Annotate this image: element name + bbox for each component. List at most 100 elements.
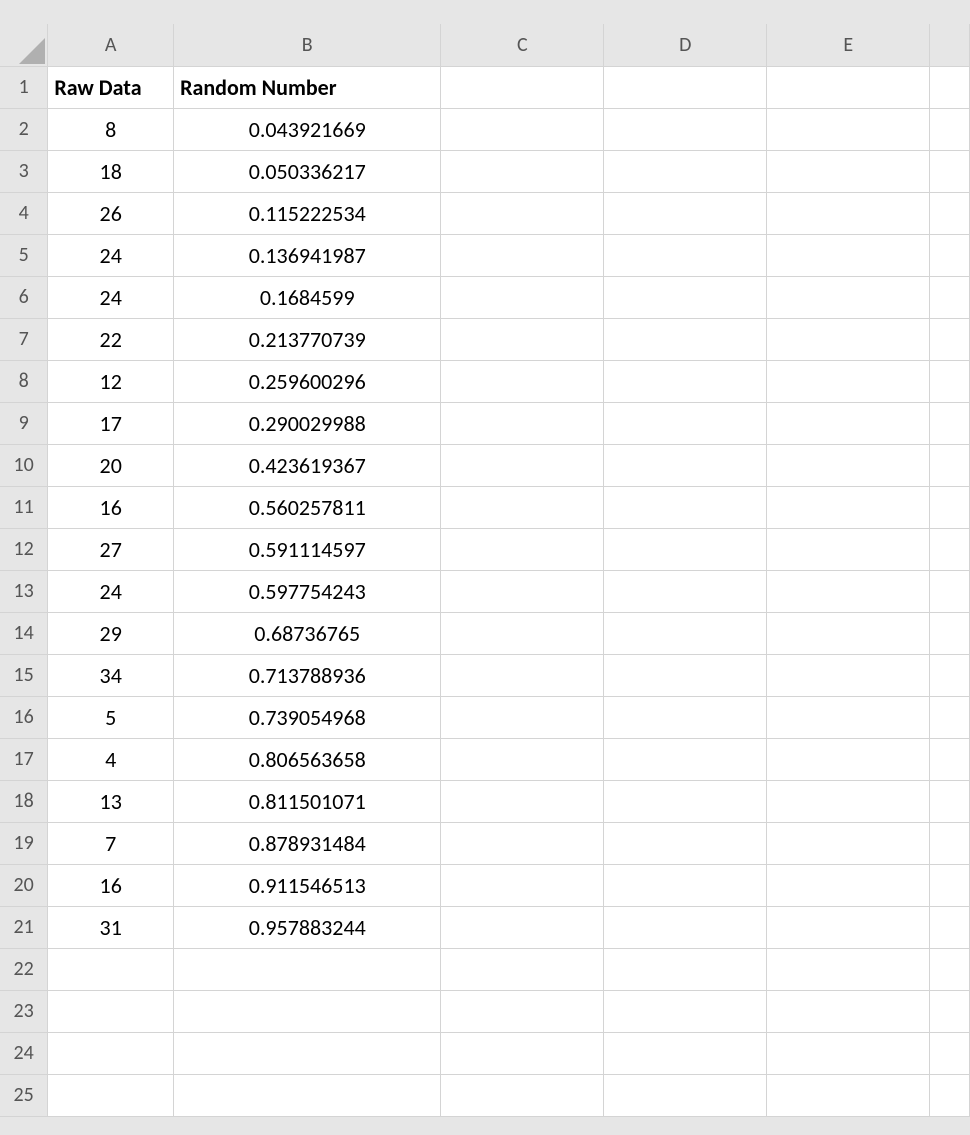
cell-B25[interactable]	[174, 1074, 441, 1116]
row-header-9[interactable]: 9	[0, 402, 48, 444]
cell-A18[interactable]: 13	[48, 780, 174, 822]
cell-E17[interactable]	[767, 738, 930, 780]
grid[interactable]: A B C D E 1Raw DataRandom Number280.0439…	[0, 24, 970, 1117]
cell-D4[interactable]	[604, 192, 767, 234]
cell-F20[interactable]	[930, 864, 970, 906]
cell-B15[interactable]: 0.713788936	[174, 654, 441, 696]
cell-F3[interactable]	[930, 150, 970, 192]
row-header-20[interactable]: 20	[0, 864, 48, 906]
cell-C1[interactable]	[441, 66, 604, 108]
cell-E24[interactable]	[767, 1032, 930, 1074]
cell-C2[interactable]	[441, 108, 604, 150]
cell-C6[interactable]	[441, 276, 604, 318]
cell-D24[interactable]	[604, 1032, 767, 1074]
cell-B5[interactable]: 0.136941987	[174, 234, 441, 276]
cell-F15[interactable]	[930, 654, 970, 696]
cell-E12[interactable]	[767, 528, 930, 570]
cell-D3[interactable]	[604, 150, 767, 192]
cell-A24[interactable]	[48, 1032, 174, 1074]
cell-C3[interactable]	[441, 150, 604, 192]
row-header-8[interactable]: 8	[0, 360, 48, 402]
cell-B24[interactable]	[174, 1032, 441, 1074]
column-header-A[interactable]: A	[48, 24, 174, 66]
cell-B19[interactable]: 0.878931484	[174, 822, 441, 864]
cell-D11[interactable]	[604, 486, 767, 528]
cell-C18[interactable]	[441, 780, 604, 822]
cell-D19[interactable]	[604, 822, 767, 864]
cell-C4[interactable]	[441, 192, 604, 234]
cell-B7[interactable]: 0.213770739	[174, 318, 441, 360]
row-header-17[interactable]: 17	[0, 738, 48, 780]
row-header-19[interactable]: 19	[0, 822, 48, 864]
cell-E9[interactable]	[767, 402, 930, 444]
cell-A5[interactable]: 24	[48, 234, 174, 276]
cell-D12[interactable]	[604, 528, 767, 570]
cell-A17[interactable]: 4	[48, 738, 174, 780]
cell-A13[interactable]: 24	[48, 570, 174, 612]
cell-B9[interactable]: 0.290029988	[174, 402, 441, 444]
row-header-12[interactable]: 12	[0, 528, 48, 570]
cell-F10[interactable]	[930, 444, 970, 486]
cell-C14[interactable]	[441, 612, 604, 654]
cell-C21[interactable]	[441, 906, 604, 948]
cell-E2[interactable]	[767, 108, 930, 150]
row-header-18[interactable]: 18	[0, 780, 48, 822]
cell-F19[interactable]	[930, 822, 970, 864]
cell-C9[interactable]	[441, 402, 604, 444]
cell-A12[interactable]: 27	[48, 528, 174, 570]
cell-C25[interactable]	[441, 1074, 604, 1116]
cell-C12[interactable]	[441, 528, 604, 570]
cell-A16[interactable]: 5	[48, 696, 174, 738]
cell-E14[interactable]	[767, 612, 930, 654]
cell-D21[interactable]	[604, 906, 767, 948]
row-header-6[interactable]: 6	[0, 276, 48, 318]
cell-A3[interactable]: 18	[48, 150, 174, 192]
cell-D8[interactable]	[604, 360, 767, 402]
cell-D16[interactable]	[604, 696, 767, 738]
row-header-21[interactable]: 21	[0, 906, 48, 948]
cell-A8[interactable]: 12	[48, 360, 174, 402]
cell-D18[interactable]	[604, 780, 767, 822]
cell-A19[interactable]: 7	[48, 822, 174, 864]
cell-E21[interactable]	[767, 906, 930, 948]
cell-B10[interactable]: 0.423619367	[174, 444, 441, 486]
row-header-7[interactable]: 7	[0, 318, 48, 360]
row-header-23[interactable]: 23	[0, 990, 48, 1032]
row-header-24[interactable]: 24	[0, 1032, 48, 1074]
cell-E25[interactable]	[767, 1074, 930, 1116]
cell-E5[interactable]	[767, 234, 930, 276]
cell-F23[interactable]	[930, 990, 970, 1032]
cell-E8[interactable]	[767, 360, 930, 402]
cell-A9[interactable]: 17	[48, 402, 174, 444]
cell-A4[interactable]: 26	[48, 192, 174, 234]
cell-E11[interactable]	[767, 486, 930, 528]
cell-B4[interactable]: 0.115222534	[174, 192, 441, 234]
cell-D14[interactable]	[604, 612, 767, 654]
cell-B16[interactable]: 0.739054968	[174, 696, 441, 738]
cell-C19[interactable]	[441, 822, 604, 864]
cell-F18[interactable]	[930, 780, 970, 822]
cell-B2[interactable]: 0.043921669	[174, 108, 441, 150]
cell-F9[interactable]	[930, 402, 970, 444]
cell-C11[interactable]	[441, 486, 604, 528]
cell-F1[interactable]	[930, 66, 970, 108]
row-header-2[interactable]: 2	[0, 108, 48, 150]
cell-D22[interactable]	[604, 948, 767, 990]
column-header-C[interactable]: C	[441, 24, 604, 66]
cell-C10[interactable]	[441, 444, 604, 486]
cell-F6[interactable]	[930, 276, 970, 318]
row-header-3[interactable]: 3	[0, 150, 48, 192]
cell-C20[interactable]	[441, 864, 604, 906]
cell-A6[interactable]: 24	[48, 276, 174, 318]
cell-E22[interactable]	[767, 948, 930, 990]
cell-D9[interactable]	[604, 402, 767, 444]
cell-B6[interactable]: 0.1684599	[174, 276, 441, 318]
cell-A1[interactable]: Raw Data	[48, 66, 174, 108]
cell-E1[interactable]	[767, 66, 930, 108]
cell-D6[interactable]	[604, 276, 767, 318]
cell-D23[interactable]	[604, 990, 767, 1032]
cell-F12[interactable]	[930, 528, 970, 570]
row-header-25[interactable]: 25	[0, 1074, 48, 1116]
column-header-B[interactable]: B	[174, 24, 441, 66]
cell-C13[interactable]	[441, 570, 604, 612]
